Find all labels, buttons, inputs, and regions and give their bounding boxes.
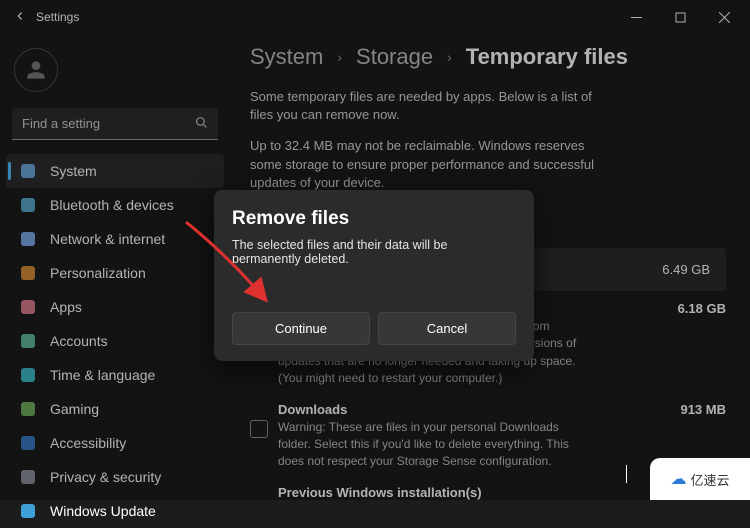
chevron-right-icon: ›	[337, 49, 342, 65]
search-input[interactable]	[12, 108, 218, 140]
titlebar: Settings	[0, 0, 750, 34]
nav-list: System Bluetooth & devices Network & inter…	[6, 154, 224, 528]
search-icon	[195, 116, 208, 132]
total-selected-size: 6.49 GB	[662, 262, 710, 277]
sidebar-item-label: Privacy & security	[50, 469, 161, 485]
sidebar-item-label: System	[50, 163, 97, 179]
intro-text-2: Up to 32.4 MB may not be reclaimable. Wi…	[250, 137, 610, 192]
file-title: Downloads	[278, 402, 347, 417]
sidebar-item-label: Gaming	[50, 401, 99, 417]
remove-files-dialog: Remove files The selected files and thei…	[214, 190, 534, 361]
continue-button[interactable]: Continue	[232, 312, 370, 345]
sidebar-item-label: Network & internet	[50, 231, 165, 247]
privacy-security-icon	[20, 469, 36, 485]
accessibility-icon	[20, 435, 36, 451]
sidebar-item-bluetooth-devices[interactable]: Bluetooth & devices	[6, 188, 224, 222]
file-desc: Warning: These are files in your persona…	[278, 419, 588, 471]
app-title: Settings	[36, 10, 79, 24]
dialog-title: Remove files	[232, 208, 516, 230]
sidebar-item-accessibility[interactable]: Accessibility	[6, 426, 224, 460]
sidebar-item-label: Windows Update	[50, 503, 156, 519]
cloud-icon: ☁	[670, 469, 686, 489]
sidebar-item-gaming[interactable]: Gaming	[6, 392, 224, 426]
chevron-right-icon: ›	[447, 49, 452, 65]
crumb-temporary-files: Temporary files	[466, 44, 628, 70]
network-internet-icon	[20, 231, 36, 247]
checkbox-downloads[interactable]	[250, 420, 268, 438]
sidebar-item-network-internet[interactable]: Network & internet	[6, 222, 224, 256]
sidebar-item-label: Accessibility	[50, 435, 126, 451]
gaming-icon	[20, 401, 36, 417]
sidebar-item-label: Personalization	[50, 265, 146, 281]
sidebar-item-privacy-security[interactable]: Privacy & security	[6, 460, 224, 494]
apps-icon	[20, 299, 36, 315]
text-caret	[626, 465, 627, 483]
windows-update-icon	[20, 503, 36, 519]
file-title: Previous Windows installation(s)	[278, 485, 482, 500]
sidebar: System Bluetooth & devices Network & inter…	[0, 34, 230, 500]
sidebar-item-label: Accounts	[50, 333, 108, 349]
sidebar-item-label: Apps	[50, 299, 82, 315]
close-button[interactable]	[702, 2, 746, 32]
minimize-button[interactable]	[614, 2, 658, 32]
file-size: 913 MB	[680, 402, 726, 417]
sidebar-item-label: Time & language	[50, 367, 155, 383]
sidebar-item-apps[interactable]: Apps	[6, 290, 224, 324]
time-language-icon	[20, 367, 36, 383]
back-button[interactable]	[4, 9, 36, 26]
system-icon	[20, 163, 36, 179]
file-size: 6.18 GB	[678, 301, 726, 316]
sidebar-item-time-language[interactable]: Time & language	[6, 358, 224, 392]
sidebar-item-personalization[interactable]: Personalization	[6, 256, 224, 290]
bluetooth-devices-icon	[20, 197, 36, 213]
sidebar-item-accounts[interactable]: Accounts	[6, 324, 224, 358]
sidebar-item-system[interactable]: System	[6, 154, 224, 188]
intro-text-1: Some temporary files are needed by apps.…	[250, 88, 600, 124]
cancel-button[interactable]: Cancel	[378, 312, 516, 345]
personalization-icon	[20, 265, 36, 281]
accounts-icon	[20, 333, 36, 349]
crumb-storage[interactable]: Storage	[356, 44, 433, 70]
crumb-system[interactable]: System	[250, 44, 323, 70]
watermark: ☁ 亿速云	[650, 458, 750, 500]
dialog-body: The selected files and their data will b…	[232, 238, 516, 266]
avatar[interactable]	[14, 48, 58, 92]
sidebar-item-label: Bluetooth & devices	[50, 197, 174, 213]
sidebar-item-windows-update[interactable]: Windows Update	[6, 494, 224, 528]
breadcrumb: System › Storage › Temporary files	[250, 44, 726, 70]
maximize-button[interactable]	[658, 2, 702, 32]
